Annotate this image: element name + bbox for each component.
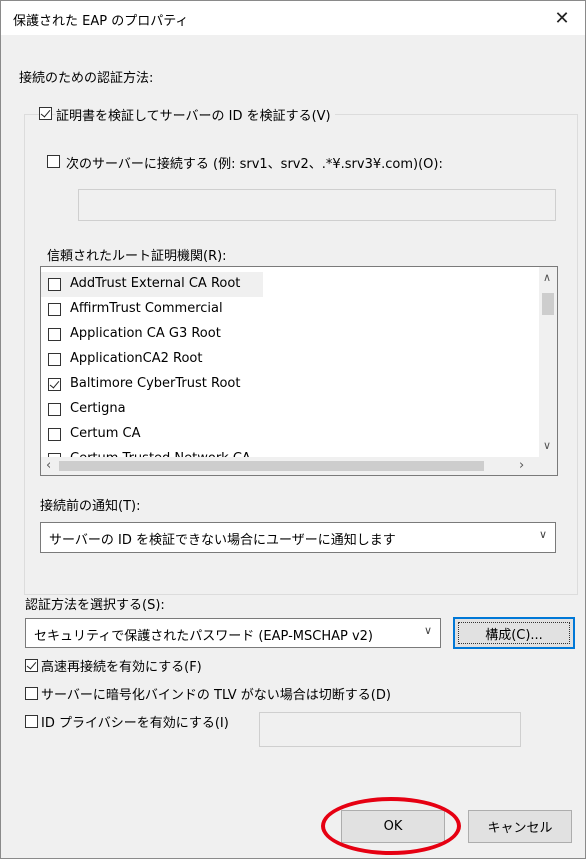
title-bar: 保護された EAP のプロパティ ✕: [1, 1, 585, 35]
scrollbar-corner: [539, 457, 557, 475]
disconnect-no-tlv-checkbox[interactable]: [25, 687, 38, 700]
list-item-checkbox[interactable]: [48, 278, 61, 291]
identity-privacy-input[interactable]: [259, 712, 521, 747]
chevron-down-icon: ∨: [538, 528, 547, 541]
cancel-button-label: キャンセル: [487, 821, 553, 836]
list-item[interactable]: Application CA G3 Root: [41, 322, 531, 347]
auth-heading: 接続のための認証方法:: [19, 71, 154, 86]
list-item[interactable]: AffirmTrust Commercial: [41, 297, 531, 322]
list-item-checkbox[interactable]: [48, 378, 61, 391]
scroll-up-icon[interactable]: ∧: [543, 271, 551, 284]
list-item-checkbox[interactable]: [48, 353, 61, 366]
scroll-right-icon[interactable]: ›: [519, 458, 524, 473]
fast-reconnect-label: 高速再接続を有効にする(F): [41, 660, 202, 675]
identity-privacy-checkbox[interactable]: [25, 715, 38, 728]
list-item-label: Application CA G3 Root: [70, 326, 221, 341]
horizontal-scroll-thumb[interactable]: [59, 461, 484, 471]
list-item-label: ApplicationCA2 Root: [70, 351, 203, 366]
verify-cert-checkbox[interactable]: [39, 107, 52, 120]
method-dropdown[interactable]: セキュリティで保護されたパスワード (EAP-MSCHAP v2) ∨: [25, 618, 441, 648]
list-vertical-scrollbar[interactable]: ∧ ∨: [539, 267, 557, 457]
list-item-checkbox[interactable]: [48, 303, 61, 316]
notify-label: 接続前の通知(T):: [40, 499, 141, 514]
highlight-ring: [321, 797, 461, 855]
close-button[interactable]: ✕: [539, 1, 585, 35]
list-item-checkbox[interactable]: [48, 328, 61, 341]
focus-rectangle: [458, 622, 570, 644]
eap-properties-dialog: 保護された EAP のプロパティ ✕ 接続のための認証方法: 証明書を検証してサ…: [0, 0, 586, 859]
disconnect-no-tlv-label: サーバーに暗号化バインドの TLV がない場合は切断する(D): [41, 688, 391, 703]
notify-dropdown[interactable]: サーバーの ID を検証できない場合にユーザーに通知します ∨: [40, 522, 556, 553]
list-item[interactable]: Certigna: [41, 397, 531, 422]
vertical-scroll-thumb[interactable]: [542, 293, 554, 315]
connect-servers-label: 次のサーバーに接続する (例: srv1、srv2、.*¥.srv3¥.com)…: [66, 157, 443, 172]
configure-button[interactable]: 構成(C)...: [453, 617, 575, 649]
cancel-button[interactable]: キャンセル: [468, 810, 572, 843]
identity-privacy-label: ID プライバシーを有効にする(I): [41, 716, 229, 731]
method-value: セキュリティで保護されたパスワード (EAP-MSCHAP v2): [34, 629, 373, 644]
list-item-label: Baltimore CyberTrust Root: [70, 376, 241, 391]
list-item-label: AddTrust External CA Root: [70, 276, 241, 291]
list-item[interactable]: Certum CA: [41, 422, 531, 447]
verify-cert-label: 証明書を検証してサーバーの ID を検証する(V): [56, 105, 335, 124]
scroll-left-icon[interactable]: ‹: [46, 458, 51, 473]
close-icon: ✕: [554, 7, 570, 29]
connect-servers-checkbox[interactable]: [47, 155, 60, 168]
list-item-checkbox[interactable]: [48, 403, 61, 416]
list-item-label: AffirmTrust Commercial: [70, 301, 223, 316]
fast-reconnect-checkbox[interactable]: [25, 659, 38, 672]
trusted-root-label: 信頼されたルート証明機関(R):: [47, 249, 227, 264]
notify-value: サーバーの ID を検証できない場合にユーザーに通知します: [49, 533, 396, 548]
server-names-input[interactable]: [78, 189, 556, 221]
list-item[interactable]: Baltimore CyberTrust Root: [41, 372, 531, 397]
list-horizontal-scrollbar[interactable]: ‹ ›: [41, 457, 539, 475]
dialog-title: 保護された EAP のプロパティ: [13, 14, 189, 29]
list-item[interactable]: AddTrust External CA Root: [41, 272, 263, 297]
method-label: 認証方法を選択する(S):: [25, 598, 165, 613]
list-item[interactable]: ApplicationCA2 Root: [41, 347, 531, 372]
list-item-label: Certum CA: [70, 426, 141, 441]
list-item-checkbox[interactable]: [48, 428, 61, 441]
scroll-down-icon[interactable]: ∨: [543, 439, 551, 452]
list-item-label: Certigna: [70, 401, 126, 416]
trusted-root-list[interactable]: AddTrust External CA Root AffirmTrust Co…: [40, 266, 558, 476]
chevron-down-icon: ∨: [423, 624, 432, 637]
